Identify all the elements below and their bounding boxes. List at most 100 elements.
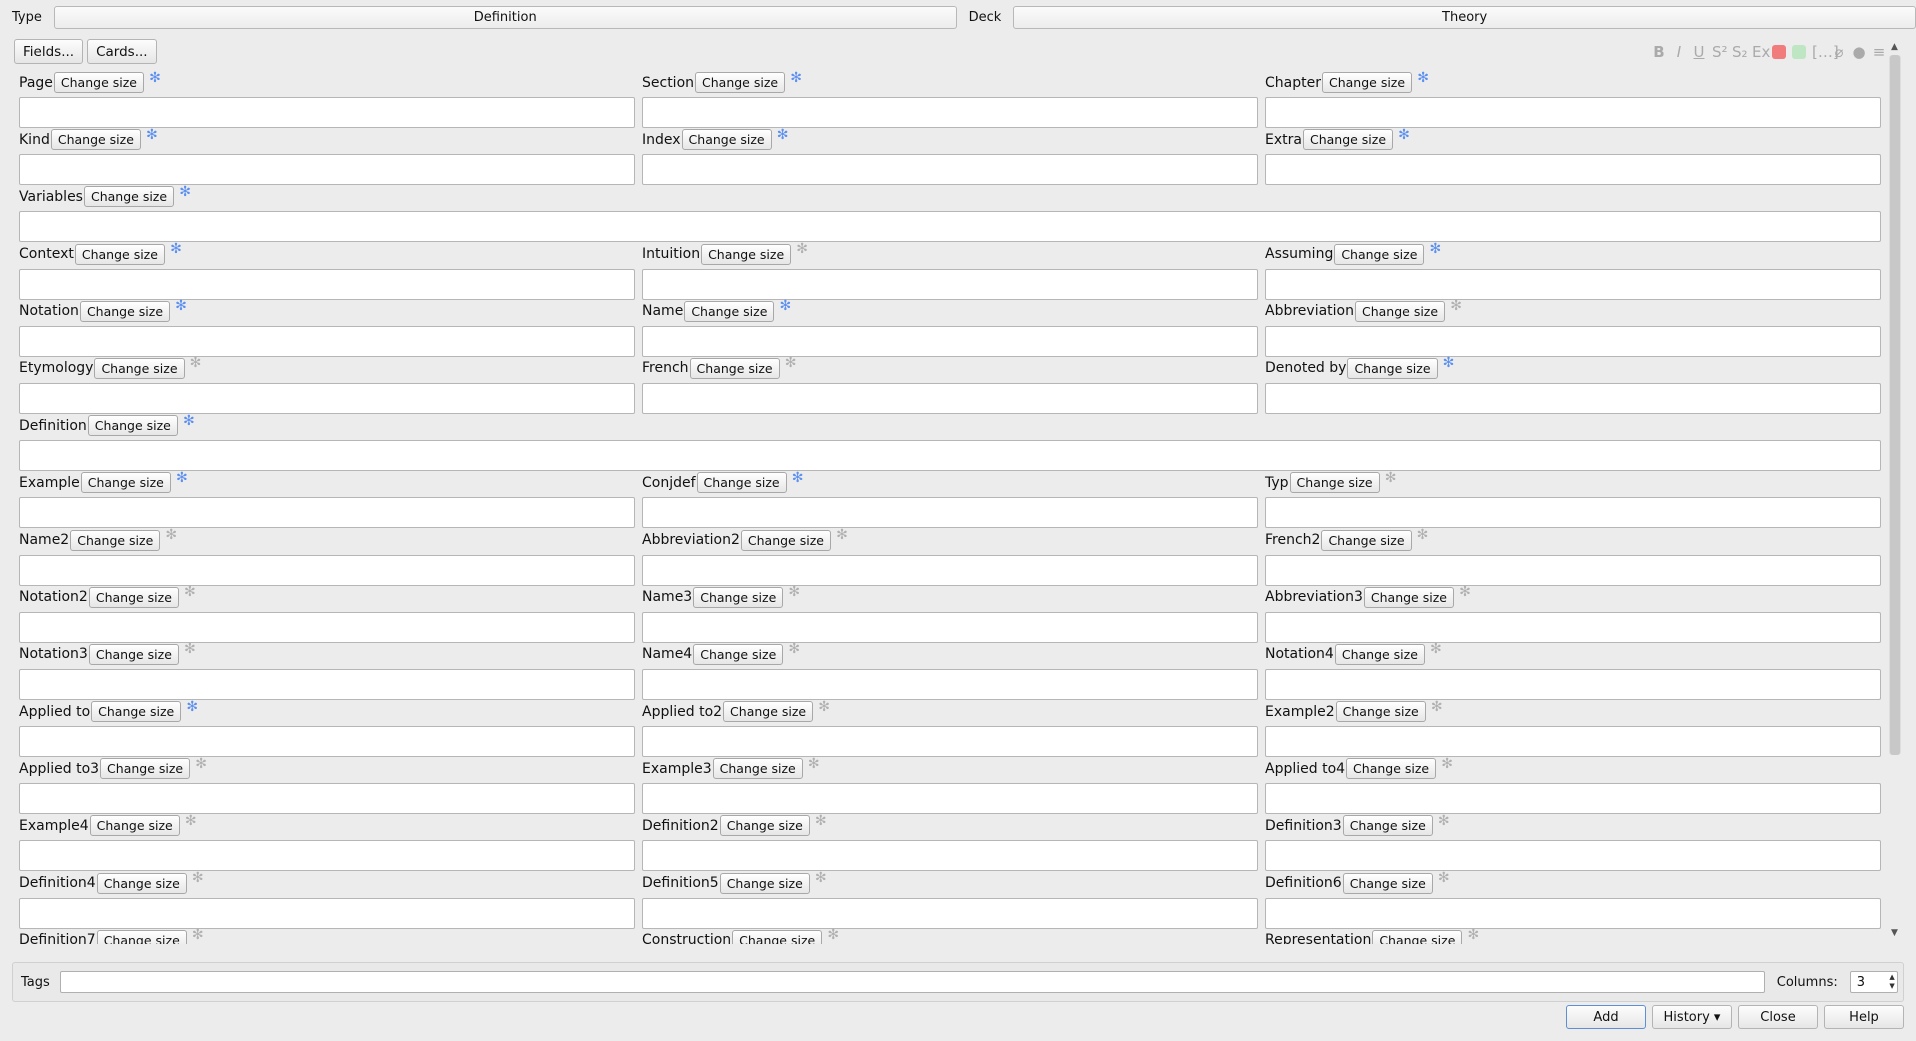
change-size-button[interactable]: Change size — [1363, 586, 1454, 608]
field-input[interactable] — [19, 382, 635, 414]
change-size-button[interactable]: Change size — [1289, 472, 1380, 494]
field-input[interactable] — [642, 897, 1258, 929]
sticky-pin-icon[interactable]: ✻ — [174, 299, 188, 313]
change-size-button[interactable]: Change size — [1321, 529, 1412, 551]
cloze-icon[interactable]: […] — [1812, 43, 1839, 61]
sticky-pin-icon[interactable]: ✻ — [778, 299, 792, 313]
field-input[interactable] — [642, 497, 1258, 529]
sticky-pin-icon[interactable]: ✻ — [1429, 642, 1443, 656]
field-input[interactable] — [642, 611, 1258, 643]
change-size-button[interactable]: Change size — [53, 72, 144, 93]
sticky-pin-icon[interactable]: ✻ — [784, 356, 798, 370]
sticky-pin-icon[interactable]: ✻ — [789, 71, 803, 85]
change-size-button[interactable]: Change size — [732, 929, 823, 944]
change-size-button[interactable]: Change size — [83, 186, 175, 208]
text-color-icon[interactable] — [1772, 45, 1786, 59]
field-input[interactable] — [642, 325, 1258, 357]
sticky-pin-icon[interactable]: ✻ — [169, 242, 183, 256]
field-input[interactable] — [19, 211, 1881, 243]
field-input[interactable] — [19, 497, 635, 529]
sticky-pin-icon[interactable]: ✻ — [795, 242, 809, 256]
field-input[interactable] — [1265, 97, 1881, 128]
field-input[interactable] — [19, 783, 635, 815]
sticky-pin-icon[interactable]: ✻ — [814, 871, 828, 885]
field-input[interactable] — [19, 726, 635, 758]
scrollbar-thumb[interactable] — [1890, 55, 1900, 755]
sticky-pin-icon[interactable]: ✻ — [178, 185, 192, 199]
sticky-pin-icon[interactable]: ✻ — [183, 642, 197, 656]
field-input[interactable] — [1265, 554, 1881, 586]
change-size-button[interactable]: Change size — [740, 529, 831, 551]
change-size-button[interactable]: Change size — [689, 357, 780, 379]
field-input[interactable] — [19, 268, 635, 300]
sticky-pin-icon[interactable]: ✻ — [1416, 528, 1430, 542]
sticky-pin-icon[interactable]: ✻ — [787, 585, 801, 599]
sticky-pin-icon[interactable]: ✻ — [1442, 356, 1456, 370]
field-input[interactable] — [19, 97, 635, 128]
change-size-button[interactable]: Change size — [1346, 758, 1437, 780]
change-size-button[interactable]: Change size — [701, 243, 792, 265]
field-input[interactable] — [19, 897, 635, 929]
field-input[interactable] — [642, 382, 1258, 414]
field-input[interactable] — [642, 668, 1258, 700]
superscript-icon[interactable]: S² — [1712, 43, 1728, 61]
change-size-button[interactable]: Change size — [100, 758, 191, 780]
field-input[interactable] — [1265, 840, 1881, 872]
change-size-button[interactable]: Change size — [723, 701, 814, 723]
field-input[interactable] — [1265, 726, 1881, 758]
change-size-button[interactable]: Change size — [96, 929, 187, 944]
change-size-button[interactable]: Change size — [79, 300, 171, 322]
sticky-pin-icon[interactable]: ✻ — [1449, 299, 1463, 313]
field-input[interactable] — [642, 726, 1258, 758]
help-button[interactable]: Help — [1824, 1005, 1904, 1029]
field-input[interactable] — [1265, 325, 1881, 357]
change-size-button[interactable]: Change size — [80, 472, 171, 494]
change-size-button[interactable]: Change size — [74, 243, 165, 265]
sticky-pin-icon[interactable]: ✻ — [835, 528, 849, 542]
field-input[interactable] — [19, 668, 635, 700]
field-input[interactable] — [19, 440, 1881, 472]
change-size-button[interactable]: Change size — [693, 643, 784, 665]
field-input[interactable] — [1265, 897, 1881, 929]
sticky-pin-icon[interactable]: ✻ — [185, 700, 199, 714]
change-size-button[interactable]: Change size — [89, 815, 180, 837]
sticky-pin-icon[interactable]: ✻ — [164, 528, 178, 542]
sticky-pin-icon[interactable]: ✻ — [787, 642, 801, 656]
cards-button[interactable]: Cards... — [87, 39, 157, 64]
sticky-pin-icon[interactable]: ✻ — [1428, 242, 1442, 256]
fields-button[interactable]: Fields... — [14, 39, 84, 64]
italic-icon[interactable]: I — [1672, 43, 1686, 61]
change-size-button[interactable]: Change size — [1342, 815, 1433, 837]
change-size-button[interactable]: Change size — [719, 815, 810, 837]
change-size-button[interactable]: Change size — [712, 758, 803, 780]
sticky-pin-icon[interactable]: ✻ — [1440, 757, 1454, 771]
sticky-pin-icon[interactable]: ✻ — [776, 128, 790, 142]
sticky-pin-icon[interactable]: ✻ — [1437, 871, 1451, 885]
change-size-button[interactable]: Change size — [693, 586, 784, 608]
note-type-selector[interactable]: Definition — [53, 5, 957, 29]
sticky-pin-icon[interactable]: ✻ — [184, 814, 198, 828]
sticky-pin-icon[interactable]: ✻ — [807, 757, 821, 771]
sticky-pin-icon[interactable]: ✻ — [1430, 700, 1444, 714]
record-audio-icon[interactable]: ● — [1852, 43, 1866, 61]
bold-icon[interactable]: B — [1652, 43, 1666, 61]
underline-icon[interactable]: U — [1692, 43, 1706, 61]
sticky-pin-icon[interactable]: ✻ — [817, 700, 831, 714]
tags-input[interactable] — [59, 971, 1765, 993]
sticky-pin-icon[interactable]: ✻ — [194, 757, 208, 771]
field-input[interactable] — [19, 325, 635, 357]
field-input[interactable] — [642, 154, 1258, 186]
sticky-pin-icon[interactable]: ✻ — [791, 471, 805, 485]
add-button[interactable]: Add — [1566, 1005, 1646, 1029]
change-size-button[interactable]: Change size — [1302, 129, 1394, 151]
field-input[interactable] — [1265, 382, 1881, 414]
field-input[interactable] — [19, 611, 635, 643]
sticky-pin-icon[interactable]: ✻ — [148, 71, 162, 85]
change-size-button[interactable]: Change size — [94, 357, 185, 379]
change-size-button[interactable]: Change size — [1342, 872, 1433, 894]
sticky-pin-icon[interactable]: ✻ — [189, 356, 203, 370]
change-size-button[interactable]: Change size — [1347, 357, 1438, 379]
more-icon[interactable]: ≡ — [1872, 43, 1886, 61]
editor-scrollbar[interactable] — [1889, 55, 1901, 755]
change-size-button[interactable]: Change size — [50, 129, 141, 151]
